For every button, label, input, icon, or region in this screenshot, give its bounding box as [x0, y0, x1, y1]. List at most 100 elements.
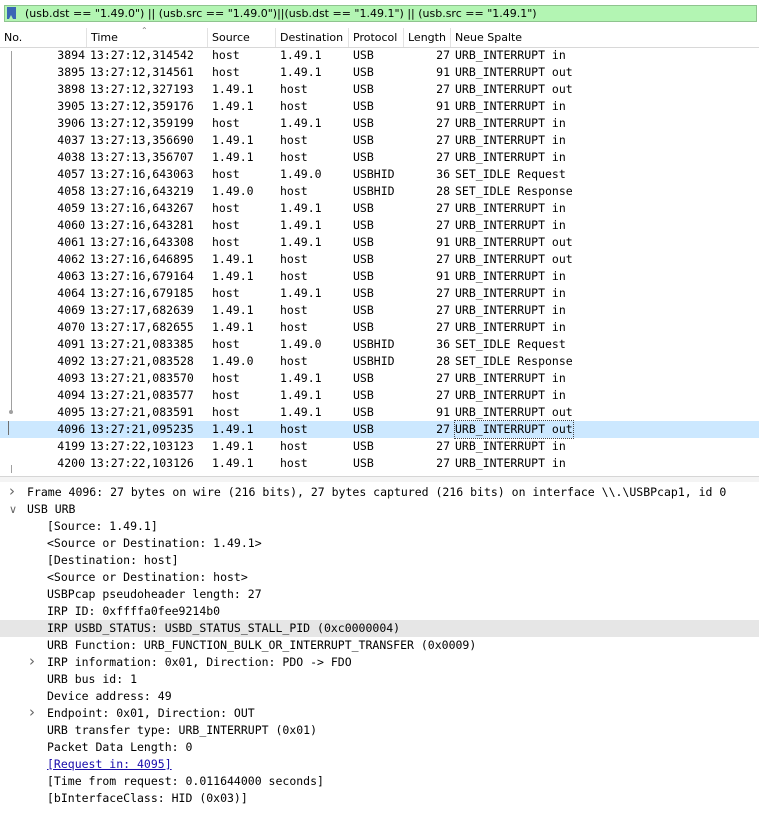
selected-packet-bracket-icon [8, 421, 16, 435]
packet-protocol: USB [353, 65, 374, 79]
detail-row[interactable]: [Source: 1.49.1] [0, 518, 759, 535]
detail-row[interactable]: › Frame 4096: 27 bytes on wire (216 bits)… [0, 484, 759, 501]
detail-row[interactable]: › IRP information: 0x01, Direction: PDO -… [0, 654, 759, 671]
column-header-destination[interactable]: Destination [276, 28, 349, 47]
packet-destination: host [280, 354, 308, 368]
packet-time: 13:27:22,103126 [90, 456, 194, 470]
packet-no: 4037 [57, 133, 85, 147]
packet-row[interactable]: 4058 13:27:16,643219 1.49.0 host USBHID 28 SET… [0, 183, 759, 200]
chevron-right-icon[interactable]: › [29, 705, 39, 720]
detail-row[interactable]: URB transfer type: URB_INTERRUPT (0x01) [0, 722, 759, 739]
detail-row[interactable]: URB bus id: 1 [0, 671, 759, 688]
packet-row[interactable]: 4061 13:27:16,643308 host 1.49.1 USB 91 URB_IN… [0, 234, 759, 251]
packet-row[interactable]: 4091 13:27:21,083385 host 1.49.0 USBHID 36 SET… [0, 336, 759, 353]
detail-row[interactable]: [Destination: host] [0, 552, 759, 569]
detail-row[interactable]: [Request in: 4095] [0, 756, 759, 773]
packet-info: URB_INTERRUPT in [455, 201, 566, 215]
packet-source: 1.49.1 [212, 133, 254, 147]
detail-text: USBPcap pseudoheader length: 27 [47, 587, 262, 601]
chevron-down-icon[interactable]: ∨ [9, 501, 19, 518]
packet-destination: host [280, 133, 308, 147]
related-packet-end-icon [11, 465, 12, 473]
packet-list[interactable]: 3894 13:27:12,314542 host 1.49.1 USB 27 URB_IN… [0, 47, 759, 473]
packet-row[interactable]: 4199 13:27:22,103123 1.49.1 host USB 27 URB_IN… [0, 438, 759, 455]
packet-time: 13:27:17,682639 [90, 303, 194, 317]
packet-row[interactable]: 4038 13:27:13,356707 1.49.1 host USB 27 URB_IN… [0, 149, 759, 166]
display-filter-bar: (usb.dst == "1.49.0") || (usb.src == "1.… [0, 4, 759, 24]
packet-row[interactable]: 3898 13:27:12,327193 1.49.1 host USB 27 URB_IN… [0, 81, 759, 98]
column-header-source[interactable]: Source [208, 28, 276, 47]
packet-protocol: USB [353, 286, 374, 300]
detail-row[interactable]: USBPcap pseudoheader length: 27 [0, 586, 759, 603]
packet-row[interactable]: 4094 13:27:21,083577 host 1.49.1 USB 27 URB_IN… [0, 387, 759, 404]
packet-row[interactable]: 4064 13:27:16,679185 host 1.49.1 USB 27 URB_IN… [0, 285, 759, 302]
packet-source: 1.49.1 [212, 303, 254, 317]
packet-row[interactable]: 4037 13:27:13,356690 1.49.1 host USB 27 URB_IN… [0, 132, 759, 149]
packet-length: 27 [436, 116, 450, 130]
detail-row[interactable]: [Time from request: 0.011644000 seconds] [0, 773, 759, 790]
detail-row[interactable]: [bInterfaceClass: HID (0x03)] [0, 790, 759, 807]
packet-row[interactable]: 4092 13:27:21,083528 1.49.0 host USBHID 28 SET… [0, 353, 759, 370]
packet-no: 4063 [57, 269, 85, 283]
packet-row[interactable]: 3906 13:27:12,359199 host 1.49.1 USB 27 URB_IN… [0, 115, 759, 132]
column-header-length[interactable]: Length [404, 28, 451, 47]
detail-row[interactable]: › Endpoint: 0x01, Direction: OUT [0, 705, 759, 722]
detail-row[interactable]: URB Function: URB_FUNCTION_BULK_OR_INTER… [0, 637, 759, 654]
packet-row[interactable]: 4062 13:27:16,646895 1.49.1 host USB 27 URB_IN… [0, 251, 759, 268]
packet-protocol: USB [353, 303, 374, 317]
packet-row[interactable]: 4063 13:27:16,679164 1.49.1 host USB 91 URB_IN… [0, 268, 759, 285]
bookmark-icon[interactable] [7, 7, 16, 19]
column-header-no[interactable]: No. [0, 28, 87, 47]
detail-row[interactable]: Device address: 49 [0, 688, 759, 705]
detail-row[interactable]: IRP USBD_STATUS: USBD_STATUS_STALL_PID (… [0, 620, 759, 637]
packet-info: URB_INTERRUPT in [455, 116, 566, 130]
detail-text: <Source or Destination: host> [47, 570, 248, 584]
packet-source: 1.49.1 [212, 150, 254, 164]
packet-length: 36 [436, 337, 450, 351]
packet-time: 13:27:16,679185 [90, 286, 194, 300]
packet-source: host [212, 48, 240, 62]
packet-destination: 1.49.1 [280, 65, 322, 79]
packet-source: host [212, 405, 240, 419]
packet-row[interactable]: 4059 13:27:16,643267 host 1.49.1 USB 27 URB_IN… [0, 200, 759, 217]
packet-source: 1.49.1 [212, 99, 254, 113]
packet-row[interactable]: 3895 13:27:12,314561 host 1.49.1 USB 91 URB_IN… [0, 64, 759, 81]
related-packet-line [11, 51, 12, 413]
related-packet-dot-icon [9, 410, 13, 414]
packet-row[interactable]: 4060 13:27:16,643281 host 1.49.1 USB 27 URB_IN… [0, 217, 759, 234]
packet-row[interactable]: 4095 13:27:21,083591 host 1.49.1 USB 91 URB_IN… [0, 404, 759, 421]
column-header-info[interactable]: Neue Spalte [451, 28, 759, 47]
packet-info: URB_INTERRUPT out [455, 252, 573, 266]
packet-row[interactable]: 4070 13:27:17,682655 1.49.1 host USB 27 URB_IN… [0, 319, 759, 336]
detail-row[interactable]: IRP ID: 0xffffa0fee9214b0 [0, 603, 759, 620]
packet-length: 91 [436, 235, 450, 249]
packet-row[interactable]: 4069 13:27:17,682639 1.49.1 host USB 27 URB_IN… [0, 302, 759, 319]
detail-row[interactable]: <Source or Destination: 1.49.1> [0, 535, 759, 552]
packet-length: 27 [436, 48, 450, 62]
detail-text: [Time from request: 0.011644000 seconds] [47, 774, 324, 788]
packet-row[interactable]: 3894 13:27:12,314542 host 1.49.1 USB 27 URB_IN… [0, 47, 759, 64]
display-filter-input[interactable]: (usb.dst == "1.49.0") || (usb.src == "1.… [4, 5, 757, 22]
packet-row-selected[interactable]: 4096 13:27:21,095235 1.49.1 host USB 27 URB_IN… [0, 420, 759, 439]
packet-length: 27 [436, 201, 450, 215]
packet-time: 13:27:12,314561 [90, 65, 194, 79]
packet-info: SET_IDLE Request [455, 167, 566, 181]
detail-row[interactable]: Packet Data Length: 0 [0, 739, 759, 756]
detail-text: URB transfer type: URB_INTERRUPT (0x01) [47, 723, 318, 737]
chevron-right-icon[interactable]: › [29, 654, 39, 669]
column-header-protocol[interactable]: Protocol [349, 28, 404, 47]
packet-row[interactable]: 4200 13:27:22,103126 1.49.1 host USB 27 URB_IN… [0, 455, 759, 472]
packet-row[interactable]: 4057 13:27:16,643063 host 1.49.0 USBHID 36 SET… [0, 166, 759, 183]
packet-info: URB_INTERRUPT in [455, 133, 566, 147]
packet-length: 27 [436, 422, 450, 436]
detail-row[interactable]: ∨ USB URB [0, 501, 759, 518]
packet-destination: 1.49.1 [280, 235, 322, 249]
packet-time: 13:27:12,359176 [90, 99, 194, 113]
detail-row[interactable]: <Source or Destination: host> [0, 569, 759, 586]
chevron-right-icon[interactable]: › [9, 484, 19, 499]
packet-row[interactable]: 4093 13:27:21,083570 host 1.49.1 USB 27 URB_IN… [0, 370, 759, 387]
packet-details-tree[interactable]: › Frame 4096: 27 bytes on wire (216 bits)… [0, 482, 759, 816]
request-in-link[interactable]: [Request in: 4095] [47, 756, 172, 773]
packet-length: 27 [436, 82, 450, 96]
packet-row[interactable]: 3905 13:27:12,359176 1.49.1 host USB 91 URB_IN… [0, 98, 759, 115]
